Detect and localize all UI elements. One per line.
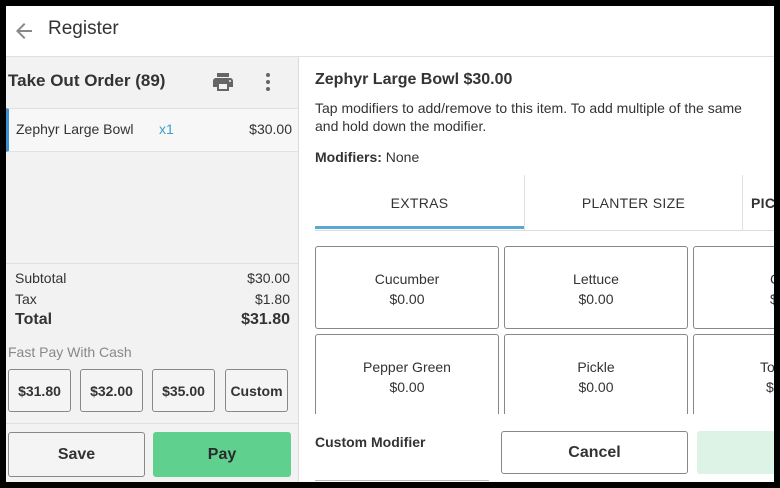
- modifier-card[interactable]: Cucumber $0.00: [315, 246, 499, 329]
- modifier-card[interactable]: To $: [693, 334, 774, 417]
- line-item-name: Zephyr Large Bowl: [16, 121, 134, 137]
- modifier-grid: Cucumber $0.00 Lettuce $0.00 C $ Pepper …: [315, 246, 774, 417]
- divider: [6, 423, 298, 424]
- subtotal-value: $30.00: [247, 270, 290, 286]
- printer-icon[interactable]: [211, 70, 235, 94]
- modifier-price: $0.00: [389, 291, 425, 307]
- app-title: Register: [48, 18, 119, 39]
- fast-pay-label: Fast Pay With Cash: [8, 344, 132, 360]
- modifier-card[interactable]: Pepper Green $0.00: [315, 334, 499, 417]
- modifier-card[interactable]: Pickle $0.00: [504, 334, 688, 417]
- modifiers-value: None: [385, 149, 420, 165]
- cancel-button[interactable]: Cancel: [501, 431, 688, 474]
- modifier-price: $: [770, 291, 774, 307]
- tab-planter-size[interactable]: PLANTER SIZE: [525, 175, 742, 230]
- total-value: $31.80: [241, 311, 290, 328]
- modifier-tabs: EXTRAS PLANTER SIZE PIC: [315, 175, 774, 231]
- save-button[interactable]: Save: [8, 432, 145, 477]
- arrow-left-icon[interactable]: [12, 19, 36, 43]
- line-item-price: $30.00: [249, 121, 292, 137]
- cash-button-custom[interactable]: Custom: [225, 369, 288, 412]
- modifier-name: Pepper Green: [363, 359, 451, 375]
- order-line-item[interactable]: Zephyr Large Bowl x1 $30.00: [6, 108, 298, 152]
- custom-modifier-input[interactable]: [315, 480, 489, 481]
- app-bar: Register: [6, 6, 774, 57]
- modifier-name: Lettuce: [573, 271, 619, 287]
- tab-pic[interactable]: PIC: [751, 175, 774, 230]
- item-title: Zephyr Large Bowl $30.00: [315, 71, 513, 88]
- order-header: Take Out Order (89): [6, 57, 298, 107]
- modifier-price: $0.00: [578, 291, 614, 307]
- modifier-name: To: [760, 359, 774, 375]
- instructions-line-2: and hold down the modifier.: [315, 118, 487, 134]
- modifiers-summary: Modifiers: None: [315, 149, 419, 165]
- modifier-name: Cucumber: [374, 271, 440, 287]
- modifier-price: $0.00: [578, 379, 614, 395]
- custom-modifier-label: Custom Modifier: [315, 434, 426, 450]
- order-totals: Subtotal $30.00 Tax $1.80 Total $31.80: [6, 263, 298, 334]
- instructions-line-1: Tap modifiers to add/remove to this item…: [315, 100, 742, 116]
- modifier-price: $: [766, 379, 774, 395]
- tax-label: Tax: [15, 291, 37, 307]
- more-vert-icon[interactable]: [258, 70, 278, 94]
- subtotal-label: Subtotal: [15, 270, 67, 286]
- pay-button[interactable]: Pay: [153, 432, 291, 477]
- cash-button-3500[interactable]: $35.00: [152, 369, 215, 412]
- active-tab-indicator: [315, 226, 524, 229]
- modifier-price: $0.00: [389, 379, 425, 395]
- modifier-card[interactable]: C $: [693, 246, 774, 329]
- cash-button-3180[interactable]: $31.80: [8, 369, 71, 412]
- order-title: Take Out Order (89): [8, 71, 166, 90]
- cash-button-3200[interactable]: $32.00: [80, 369, 143, 412]
- tax-value: $1.80: [254, 291, 290, 307]
- modifier-name: Pickle: [577, 359, 615, 375]
- tab-extras[interactable]: EXTRAS: [315, 175, 524, 230]
- modifier-action-bar: Custom Modifier Cancel: [299, 414, 774, 482]
- modifier-card[interactable]: Lettuce $0.00: [504, 246, 688, 329]
- tab-divider: [742, 175, 743, 230]
- confirm-button[interactable]: [697, 431, 774, 474]
- modifier-name: C: [694, 271, 774, 287]
- order-panel: Take Out Order (89) Zephyr Large Bowl x1…: [6, 57, 299, 482]
- item-modifier-panel: Zephyr Large Bowl $30.00 Tap modifiers t…: [299, 57, 774, 482]
- total-label: Total: [15, 311, 53, 328]
- register-screen: Register Take Out Order (89) Zephyr Larg…: [6, 6, 774, 482]
- modifier-instructions: Tap modifiers to add/remove to this item…: [315, 99, 774, 135]
- modifiers-label: Modifiers:: [315, 149, 382, 165]
- line-item-qty: x1: [159, 121, 174, 137]
